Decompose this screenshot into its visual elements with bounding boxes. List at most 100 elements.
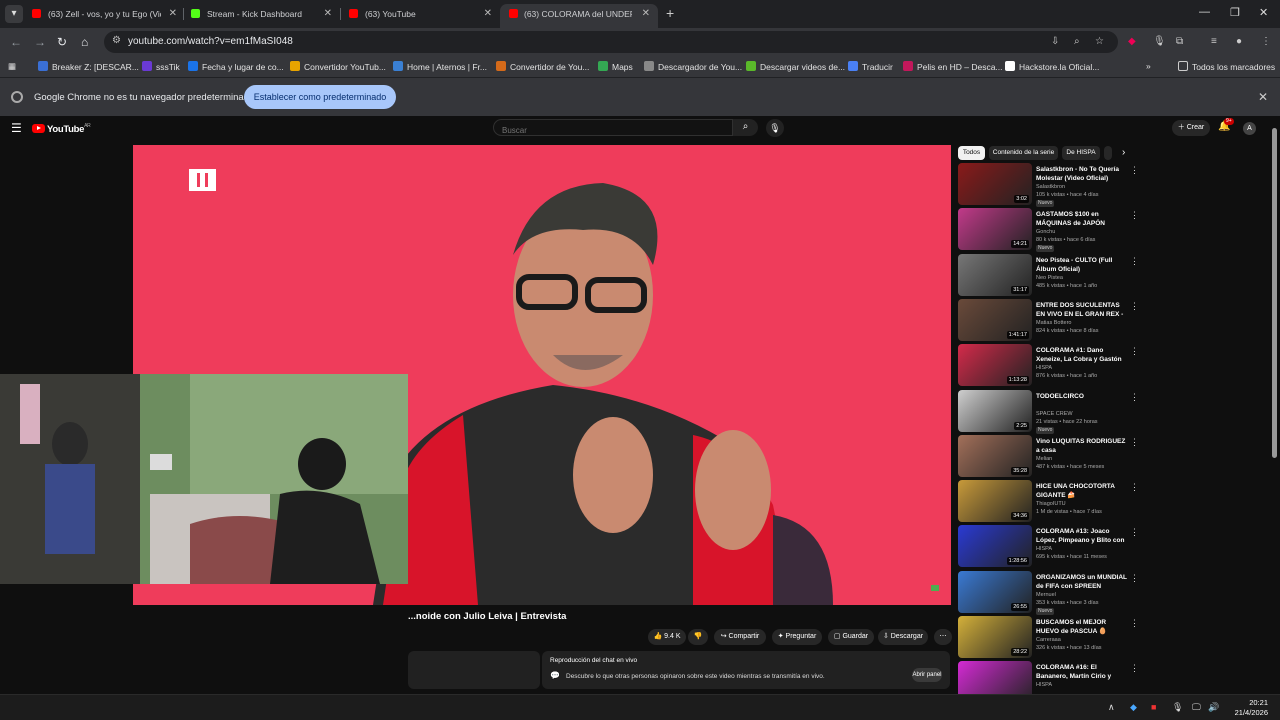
video-thumbnail[interactable]: 1:41:17 [958, 298, 1032, 341]
recommended-video[interactable]: 1:28:56 COLORAMA #13: Joaco López, Pimpea… [958, 525, 1268, 569]
channel-name[interactable]: Salastkbron [1036, 184, 1065, 190]
video-title[interactable]: Vino LUQUITAS RODRIGUEZ a casa [1036, 437, 1128, 455]
more-options-icon[interactable]: ⋮ [1130, 437, 1139, 448]
bookmark-item[interactable]: Fecha y lugar de co... [188, 61, 284, 73]
recommended-video[interactable]: 35:28 Vino LUQUITAS RODRIGUEZ a casa Melia… [958, 434, 1268, 479]
recommended-video[interactable]: 1:13:28 COLORAMA #1: Dano Xeneize, La Cob… [958, 344, 1268, 388]
video-thumbnail[interactable]: 1:13:28 [958, 344, 1032, 387]
volume-icon[interactable]: 🔊 [1208, 702, 1219, 713]
ask-button[interactable]: ✦ Preguntar [772, 629, 822, 645]
close-tab-icon[interactable]: ✕ [642, 4, 650, 24]
tray-app-icon[interactable]: ■ [1151, 702, 1156, 712]
new-tab-icon[interactable]: + [666, 5, 674, 21]
close-tab-icon[interactable]: ✕ [324, 4, 332, 24]
tray-overflow-icon[interactable]: ∧ [1108, 702, 1115, 713]
video-title[interactable]: COLORAMA #1: Dano Xeneize, La Cobra y Ga… [1036, 346, 1128, 364]
close-window-icon[interactable]: ✕ [1259, 6, 1268, 19]
bookmark-item[interactable]: Descargar videos de... [746, 61, 845, 73]
more-options-icon[interactable]: ⋮ [1130, 482, 1139, 493]
video-title[interactable]: COLORAMA #16: El Bananero, Martín Cirio … [1036, 663, 1128, 681]
bookmark-item[interactable]: Descargador de You... [644, 61, 742, 73]
close-tab-icon[interactable]: ✕ [169, 4, 177, 24]
video-title[interactable]: COLORAMA #13: Joaco López, Pimpeano y Bl… [1036, 527, 1128, 545]
channel-name[interactable]: ThiagoIUTU [1036, 501, 1066, 507]
more-options-icon[interactable]: ⋮ [1130, 573, 1139, 584]
back-icon[interactable]: ← [10, 35, 22, 49]
page-scrollbar[interactable] [1272, 128, 1277, 458]
bookmark-star-icon[interactable]: ☆ [1095, 36, 1104, 47]
menu-dots-icon[interactable]: ⋮ [1261, 36, 1271, 47]
youtube-logo[interactable]: YouTubeAR [32, 123, 91, 135]
channel-name[interactable]: Gonchu [1036, 229, 1055, 235]
video-thumbnail[interactable]: 26:55 [958, 570, 1032, 613]
channel-name[interactable]: HISPA [1036, 682, 1052, 688]
all-bookmarks-folder[interactable]: Todos los marcadores [1178, 61, 1275, 73]
reading-list-icon[interactable]: ≡ [1211, 36, 1217, 47]
share-button[interactable]: ↪ Compartir [714, 629, 766, 645]
bookmark-item[interactable]: sssTik [142, 61, 180, 73]
notifications-bell-icon[interactable]: 🔔 9+ [1218, 118, 1234, 132]
network-icon[interactable]: 🖵 [1192, 702, 1201, 713]
chip-series[interactable]: Contenido de la serie [989, 146, 1058, 160]
chip-more[interactable] [1104, 146, 1112, 160]
profile-icon[interactable]: ● [1236, 36, 1242, 47]
recommended-video[interactable]: 34:36 HICE UNA CHOCOTORTA GIGANTE 🍰 Thiago… [958, 480, 1268, 524]
site-info-icon[interactable]: ⚙ [112, 35, 121, 46]
restore-icon[interactable]: ❐ [1230, 6, 1240, 19]
mic-icon[interactable]: 🎙 [1153, 36, 1166, 47]
chip-all[interactable]: Todos [958, 146, 985, 160]
microphone-icon[interactable]: 🎙 [1172, 702, 1183, 713]
tab-search-button[interactable]: ▾ [5, 5, 23, 23]
recommended-video[interactable]: 2:25 TODOELCIRCO SPACE CREW 21 vistas • hac… [958, 389, 1268, 434]
close-tab-icon[interactable]: ✕ [484, 4, 492, 24]
apps-grid-icon[interactable]: ▦ [8, 61, 16, 72]
video-thumbnail[interactable]: 3:02 [958, 163, 1032, 205]
dislike-icon[interactable]: 👎 [688, 629, 708, 645]
video-title[interactable]: GASTAMOS $100 en MÁQUINAS de JAPÓN [1036, 210, 1128, 228]
set-default-button[interactable]: Establecer como predeterminado [244, 85, 396, 109]
avatar[interactable]: A [1243, 122, 1256, 135]
tab-0[interactable]: (63) Zell - vos, yo y tu Ego (Vide ✕ [32, 4, 177, 28]
extensions-puzzle-icon[interactable]: ⧉ [1176, 36, 1183, 47]
recommended-video[interactable]: 26:55 ORGANIZAMOS un MUNDIAL de FIFA con … [958, 570, 1268, 615]
video-thumbnail[interactable]: 31:17 [958, 253, 1032, 296]
recommended-video[interactable]: 1:41:17 ENTRE DOS SUCULENTAS EN VIVO EN E… [958, 298, 1268, 343]
close-infobar-icon[interactable]: ✕ [1258, 90, 1268, 104]
home-icon[interactable]: ⌂ [81, 35, 88, 49]
forward-icon[interactable]: → [34, 35, 46, 49]
search-input[interactable] [494, 123, 732, 138]
more-options-icon[interactable]: ⋮ [1130, 663, 1139, 674]
channel-name[interactable]: HISPA [1036, 365, 1052, 371]
create-button[interactable]: ＋ Crear [1172, 120, 1210, 136]
more-options-icon[interactable]: ⋮ [1130, 527, 1139, 538]
video-thumbnail[interactable]: 28:22 [958, 616, 1032, 658]
bookmark-item[interactable]: Home | Aternos | Fr... [393, 61, 487, 73]
tab-3-active[interactable]: (63) COLORAMA del UNDER #3 ✕ [500, 4, 658, 28]
bookmark-item[interactable]: Convertidor YouTub... [290, 61, 386, 73]
channel-name[interactable]: Melian [1036, 456, 1052, 462]
video-title[interactable]: Neo Pistea - CULTO (Full Álbum Oficial) [1036, 256, 1128, 274]
recommended-video[interactable]: 31:17 Neo Pistea - CULTO (Full Álbum Ofic… [958, 253, 1268, 298]
more-actions-icon[interactable]: ⋯ [934, 629, 952, 645]
reload-icon[interactable]: ↻ [57, 35, 67, 49]
channel-name[interactable]: SPACE CREW [1036, 411, 1073, 417]
description-box[interactable] [408, 651, 540, 689]
extension-icon[interactable]: ◆ [1128, 36, 1136, 47]
clock[interactable]: 20:21 21/4/2026 [1224, 698, 1268, 718]
more-bookmarks-icon[interactable]: » [1146, 61, 1151, 72]
video-thumbnail[interactable]: 14:21 [958, 208, 1032, 251]
bookmark-item[interactable]: Maps [598, 61, 633, 73]
voice-search-icon[interactable]: 🎙 [766, 119, 784, 137]
zoom-icon[interactable]: ⌕ [1074, 36, 1080, 47]
tray-app-icon[interactable]: ◆ [1130, 702, 1137, 713]
chevron-right-icon[interactable]: › [1122, 147, 1125, 158]
open-panel-button[interactable]: Abrir panel [912, 668, 942, 682]
recommended-video[interactable]: 3:02 Salastkbron - No Te Quería Molestar … [958, 163, 1268, 207]
more-options-icon[interactable]: ⋮ [1130, 301, 1139, 312]
video-title[interactable]: ENTRE DOS SUCULENTAS EN VIVO EN EL GRAN … [1036, 301, 1128, 319]
more-options-icon[interactable]: ⋮ [1130, 346, 1139, 357]
install-icon[interactable]: ⇩ [1051, 36, 1059, 47]
channel-name[interactable]: Neo Pistea [1036, 275, 1063, 281]
more-options-icon[interactable]: ⋮ [1130, 256, 1139, 267]
video-thumbnail[interactable]: 1:28:56 [958, 525, 1032, 568]
